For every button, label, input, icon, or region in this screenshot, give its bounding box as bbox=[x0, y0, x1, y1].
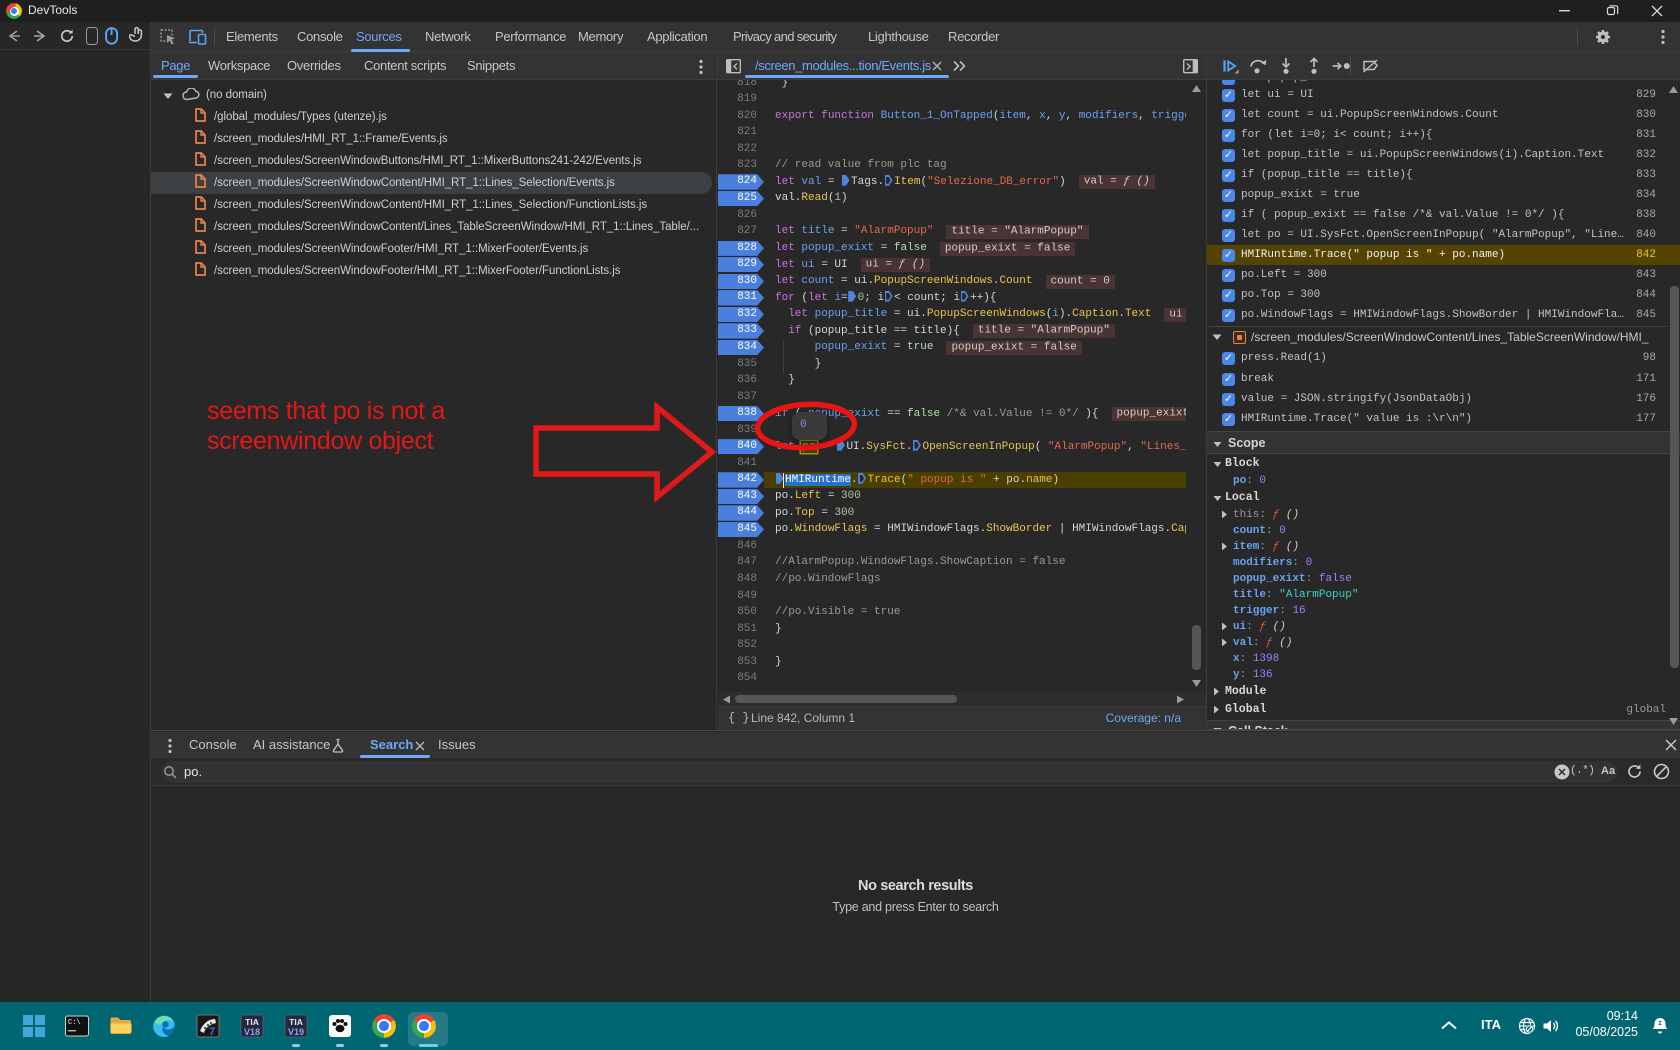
svg-text:TIA: TIA bbox=[289, 1017, 303, 1027]
svg-text:V19: V19 bbox=[288, 1027, 304, 1037]
svg-text:z: z bbox=[1658, 1020, 1662, 1027]
svg-text:TIA: TIA bbox=[245, 1017, 259, 1027]
svg-text:C:\: C:\ bbox=[68, 1019, 81, 1027]
svg-text:7: 7 bbox=[209, 1026, 215, 1038]
svg-text:V18: V18 bbox=[244, 1027, 260, 1037]
